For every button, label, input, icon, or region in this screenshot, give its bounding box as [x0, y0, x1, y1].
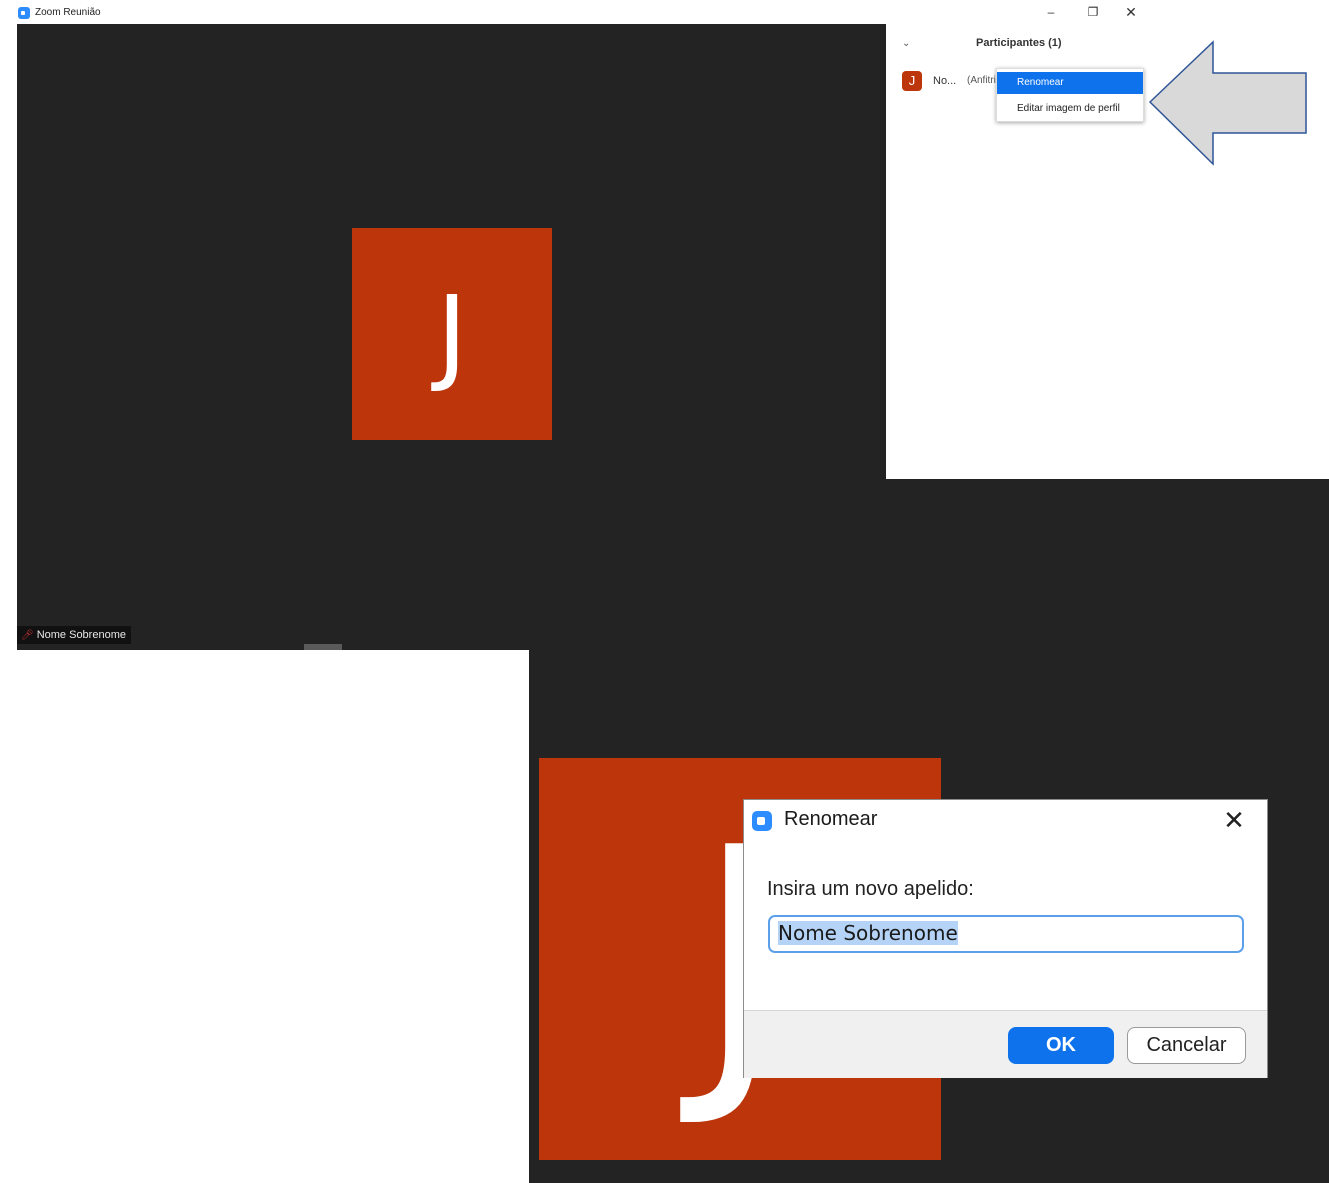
- pointer-arrow-annotation: [1148, 40, 1307, 166]
- dialog-title: Renomear: [784, 808, 878, 830]
- close-icon[interactable]: ✕: [1218, 804, 1250, 836]
- window-title-bar: Zoom Reunião – ❐ ✕: [0, 0, 1160, 24]
- participant-avatar: J: [902, 71, 922, 91]
- selected-text: Nome Sobrenome: [778, 921, 958, 945]
- zoom-camera-icon: [752, 811, 772, 831]
- mic-muted-icon: 🎤︎: [21, 630, 34, 641]
- minimize-icon[interactable]: –: [1040, 3, 1062, 21]
- close-icon[interactable]: ✕: [1120, 3, 1142, 21]
- dialog-footer: OK Cancelar: [744, 1010, 1267, 1078]
- ok-button[interactable]: OK: [1008, 1027, 1114, 1064]
- nickname-input[interactable]: Nome Sobrenome: [768, 915, 1244, 953]
- name-tag: 🎤︎ Nome Sobrenome: [17, 626, 131, 644]
- cancel-button[interactable]: Cancelar: [1127, 1027, 1246, 1064]
- toolbar-handle[interactable]: [304, 644, 342, 650]
- name-tag-label: Nome Sobrenome: [36, 629, 126, 641]
- participant-context-menu: Renomear Editar imagem de perfil: [996, 68, 1144, 122]
- window-title: Zoom Reunião: [35, 7, 101, 18]
- nickname-label: Insira um novo apelido:: [767, 878, 974, 900]
- restore-icon[interactable]: ❐: [1082, 3, 1104, 21]
- menu-item-rename[interactable]: Renomear: [997, 72, 1143, 94]
- panel-title: Participantes (1): [976, 37, 1062, 49]
- participant-name[interactable]: No...: [933, 75, 956, 87]
- zoom-camera-icon: [18, 7, 30, 19]
- video-area-extension: [886, 479, 1329, 650]
- menu-item-edit-profile-picture[interactable]: Editar imagem de perfil: [997, 98, 1143, 120]
- participant-role: (Anfitrião): [967, 75, 997, 86]
- chevron-down-icon[interactable]: ⌄: [902, 38, 910, 49]
- rename-dialog: Renomear ✕ Insira um novo apelido: Nome …: [743, 799, 1268, 1078]
- participant-video-avatar: J: [352, 228, 552, 440]
